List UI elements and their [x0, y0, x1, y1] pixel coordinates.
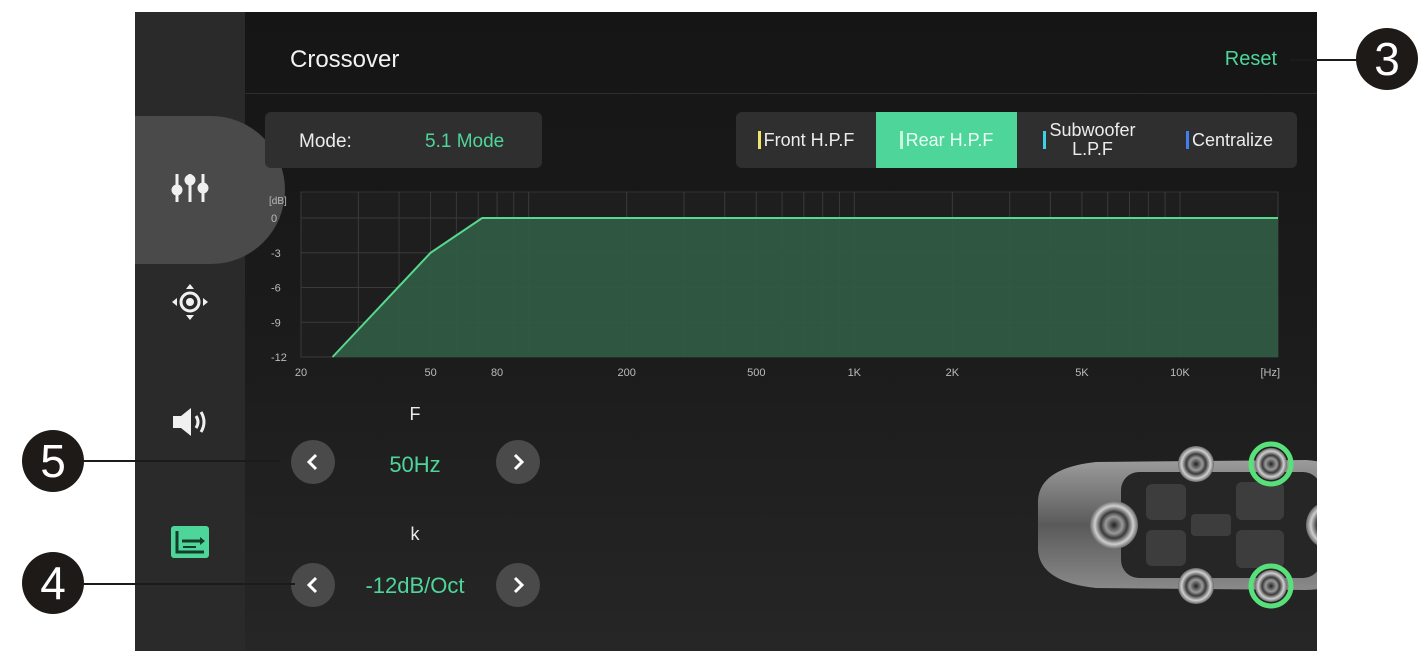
frequency-label: F	[409, 404, 421, 424]
callout-5: 5	[22, 430, 84, 492]
callout-4-line	[80, 583, 295, 585]
slope-decrease-button[interactable]	[291, 563, 335, 607]
chart-y-tick-label: -3	[271, 248, 281, 260]
reset-button[interactable]: Reset	[1225, 48, 1277, 71]
chevron-right-icon	[513, 576, 525, 594]
tab-label: Subwoofer L.P.F	[1049, 121, 1135, 159]
channel-tabs: Front H.P.F Rear H.P.F Subwoofer L.P.F C…	[736, 112, 1297, 168]
tab-front-hpf[interactable]: Front H.P.F	[736, 112, 876, 168]
chart-y-tick-label: -9	[271, 317, 281, 329]
tab-color-bar	[899, 131, 903, 149]
tab-label: Centralize	[1191, 129, 1274, 150]
chart-y-tick-label: -12	[271, 352, 287, 364]
tab-rear-hpf[interactable]: Rear H.P.F	[876, 112, 1017, 168]
frequency-increase-button[interactable]	[496, 440, 540, 484]
callout-3-line	[1290, 59, 1360, 61]
crossover-chart-svg: 0 -3 -6 -9 -12 [dB] 20 50 80 200 500 1K 2K 5K 10K [Hz]	[269, 191, 1280, 379]
callout-4: 4	[22, 552, 84, 614]
crossover-chart[interactable]: 0 -3 -6 -9 -12 [dB] 20 50 80 200 500 1K 2K 5K 10K [Hz]	[265, 184, 1300, 384]
mode-value: 5.1 Mode	[425, 131, 505, 152]
chart-y-tick-label: -6	[271, 283, 281, 295]
tab-color-bar	[1185, 131, 1189, 149]
chevron-left-icon	[306, 576, 318, 594]
tab-subwoofer-lpf[interactable]: Subwoofer L.P.F	[1017, 112, 1162, 168]
equalizer-sliders-icon[interactable]	[170, 168, 210, 208]
page-title: Crossover	[290, 46, 400, 73]
chevron-right-icon	[513, 453, 525, 471]
chart-y-tick-label: 0	[271, 213, 277, 225]
callout-5-line	[80, 460, 280, 462]
speaker-volume-icon[interactable]	[170, 402, 210, 442]
chart-x-tick-label: 200	[617, 367, 635, 379]
tab-color-bar	[1043, 131, 1047, 149]
car-top-view-image	[1038, 441, 1317, 609]
crossover-icon[interactable]	[170, 522, 210, 562]
tab-label-line2: L.P.F	[1072, 139, 1113, 159]
chart-x-tick-label: 10K	[1170, 367, 1190, 379]
tab-color-bar	[757, 131, 761, 149]
chevron-left-icon	[306, 453, 318, 471]
sound-position-icon[interactable]	[170, 282, 210, 322]
frequency-value: 50Hz	[389, 452, 441, 477]
chart-x-unit-label: [Hz]	[1260, 367, 1280, 379]
tab-centralize[interactable]: Centralize	[1162, 112, 1297, 168]
slope-increase-button[interactable]	[496, 563, 540, 607]
chart-x-tick-label: 500	[747, 367, 765, 379]
mode-selector[interactable]: Mode: 5.1 Mode	[265, 112, 542, 168]
chart-x-tick-label: 80	[491, 367, 503, 379]
chart-x-tick-label: 20	[295, 367, 307, 379]
chart-x-tick-label: 1K	[848, 367, 862, 379]
chart-x-tick-label: 5K	[1075, 367, 1089, 379]
car-speaker-layout	[1026, 440, 1317, 610]
slope-label: k	[410, 524, 420, 544]
sidebar	[135, 12, 285, 651]
main-panel: Crossover Reset Mode: 5.1 Mode Front H.P…	[245, 12, 1317, 651]
mode-label: Mode:	[299, 131, 352, 152]
tab-label: Front H.P.F	[763, 129, 855, 150]
crossover-screen: Crossover Reset Mode: 5.1 Mode Front H.P…	[135, 12, 1317, 651]
tab-label: Rear H.P.F	[905, 129, 994, 150]
slope-value: -12dB/Oct	[365, 573, 465, 598]
chart-x-tick-label: 2K	[946, 367, 960, 379]
chart-area-fill	[332, 218, 1278, 357]
chart-y-unit-label: [dB]	[269, 196, 287, 207]
header-divider	[245, 93, 1317, 94]
tab-label-line1: Subwoofer	[1049, 120, 1136, 140]
chart-x-tick-label: 50	[424, 367, 436, 379]
callout-3: 3	[1356, 28, 1418, 90]
frequency-decrease-button[interactable]	[291, 440, 335, 484]
